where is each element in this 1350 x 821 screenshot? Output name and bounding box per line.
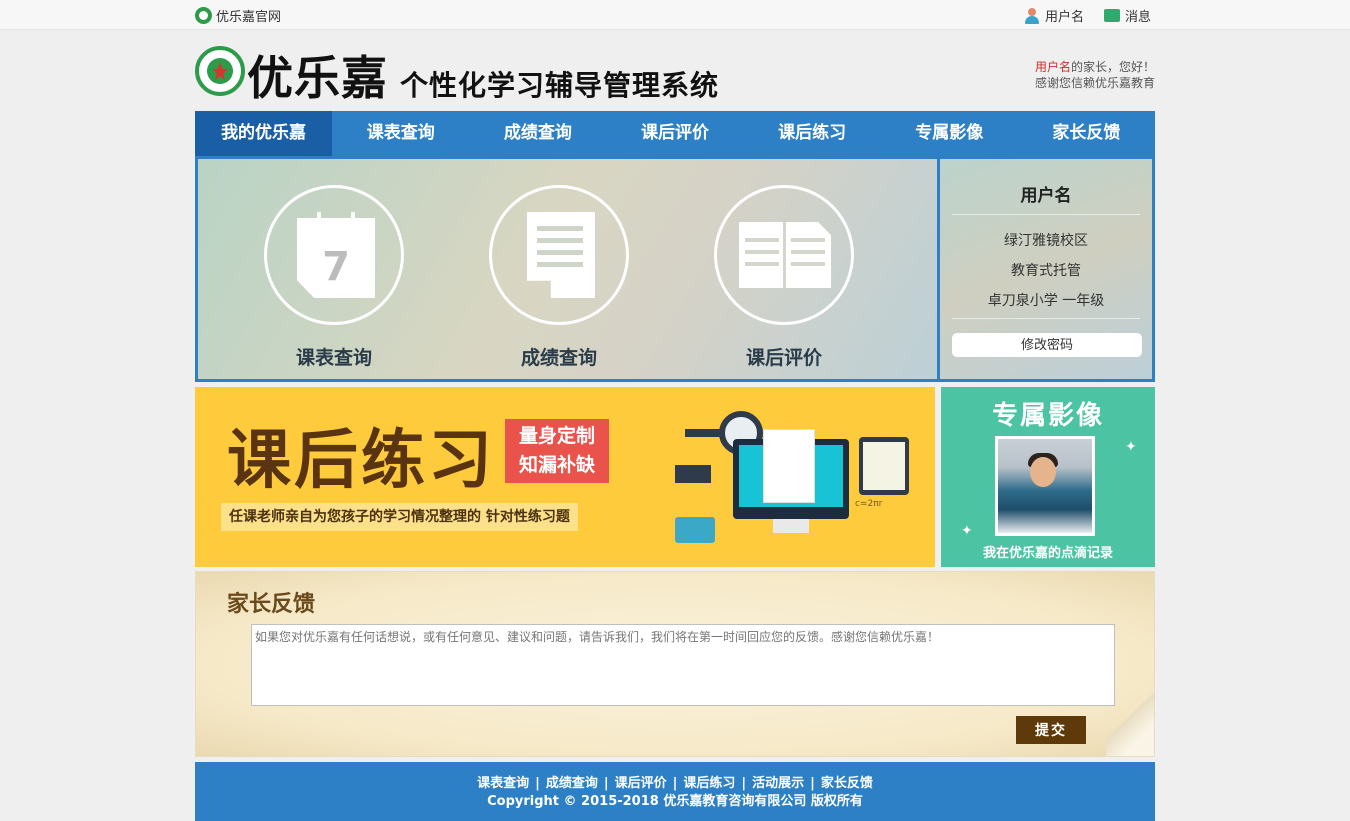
official-site-link[interactable]: 优乐嘉官网 bbox=[195, 6, 281, 25]
footer-link-activities[interactable]: 活动展示 bbox=[752, 776, 804, 791]
change-password-button[interactable]: 修改密码 bbox=[952, 333, 1142, 357]
nav-video[interactable]: 专属影像 bbox=[881, 111, 1018, 156]
chat-bubble-icon bbox=[675, 517, 715, 543]
quick-link-evaluation[interactable]: 课后评价 bbox=[714, 185, 854, 370]
greeting-thanks: 感谢您信赖优乐嘉教育 bbox=[1034, 76, 1155, 90]
submit-button[interactable]: 提交 bbox=[1016, 716, 1086, 744]
brand-logo bbox=[195, 46, 245, 96]
nav-my-youlejia[interactable]: 我的优乐嘉 bbox=[195, 111, 333, 156]
greeting-user: 用户名 bbox=[1034, 60, 1071, 74]
banner-subtitle: 任课老师亲自为您孩子的学习情况整理的 针对性练习题 bbox=[221, 503, 578, 531]
site-header: 优乐嘉 个性化学习辅导管理系统 用户名的家长，您好！ 感谢您信赖优乐嘉教育 bbox=[195, 42, 1155, 105]
book-icon bbox=[714, 185, 854, 325]
profile-campus: 绿汀雅镜校区 bbox=[1004, 233, 1088, 249]
nav-grades[interactable]: 成绩查询 bbox=[469, 111, 606, 156]
top-bar: 优乐嘉官网 用户名 消息 bbox=[0, 0, 1350, 30]
banner-tag-line1: 量身定制 bbox=[518, 425, 595, 447]
user-icon bbox=[1024, 7, 1040, 24]
user-menu[interactable]: 用户名 bbox=[1024, 6, 1084, 25]
user-name-label: 用户名 bbox=[1045, 10, 1085, 25]
divider bbox=[952, 214, 1140, 215]
document-icon bbox=[489, 185, 629, 325]
video-panel[interactable]: 专属影像 ✦ ✦ 我在优乐嘉的点滴记录 bbox=[941, 387, 1155, 567]
feedback-title: 家长反馈 bbox=[227, 592, 316, 617]
greeting-suffix: 的家长，您好！ bbox=[1070, 60, 1155, 74]
greeting: 用户名的家长，您好！ 感谢您信赖优乐嘉教育 bbox=[1035, 59, 1155, 91]
profile-name: 用户名 bbox=[1020, 186, 1072, 206]
page-curl bbox=[1106, 676, 1154, 756]
nav-schedule[interactable]: 课表查询 bbox=[332, 111, 469, 156]
banner-tag: 量身定制 知漏补缺 bbox=[505, 419, 609, 483]
formula-text: c=2πr bbox=[855, 499, 883, 509]
profile-school: 卓刀泉小学 一年级 bbox=[987, 293, 1105, 309]
messages-label: 消息 bbox=[1125, 10, 1152, 25]
sparkle-icon: ✦ bbox=[961, 523, 973, 539]
quick-link-grades[interactable]: 成绩查询 bbox=[489, 185, 629, 370]
banner-title: 课后练习 bbox=[227, 424, 495, 498]
video-title: 专属影像 bbox=[991, 401, 1104, 431]
footer-link-schedule[interactable]: 课表查询 bbox=[477, 776, 529, 791]
mail-icon bbox=[1104, 9, 1120, 22]
tablet-icon bbox=[859, 437, 909, 495]
footer: 课表查询 | 成绩查询 | 课后评价 | 课后练习 | 活动展示 | 家长反馈 Copyright … bbox=[195, 762, 1155, 821]
feedback-section: 家长反馈 提交 bbox=[195, 571, 1155, 757]
quick-link-evaluation-label: 课后评价 bbox=[745, 347, 822, 369]
footer-link-practice[interactable]: 课后练习 bbox=[683, 776, 735, 791]
footer-links: 课表查询 | 成绩查询 | 课后评价 | 课后练习 | 活动展示 | 家长反馈 bbox=[477, 776, 873, 791]
monitor-icon bbox=[733, 429, 849, 533]
bar-chart-icon bbox=[675, 465, 711, 483]
profile-program: 教育式托管 bbox=[1011, 263, 1081, 279]
quick-links-panel: 7 课表查询 成绩查询 课后评价 bbox=[195, 156, 937, 382]
feedback-textarea[interactable] bbox=[251, 624, 1115, 706]
nav-evaluation[interactable]: 课后评价 bbox=[606, 111, 743, 156]
calendar-number: 7 bbox=[322, 244, 350, 290]
nav-feedback[interactable]: 家长反馈 bbox=[1018, 111, 1155, 156]
banner-tag-line2: 知漏补缺 bbox=[518, 454, 595, 476]
practice-banner[interactable]: 课后练习 量身定制 知漏补缺 任课老师亲自为您孩子的学习情况整理的 针对性练习题… bbox=[195, 387, 935, 567]
nav-practice[interactable]: 课后练习 bbox=[744, 111, 881, 156]
footer-link-grades[interactable]: 成绩查询 bbox=[546, 776, 598, 791]
quick-link-schedule-label: 课表查询 bbox=[295, 347, 372, 369]
copyright: Copyright © 2015-2018 优乐嘉教育咨询有限公司 版权所有 bbox=[487, 794, 863, 809]
brand-subtitle: 个性化学习辅导管理系统 bbox=[400, 69, 720, 102]
footer-link-evaluation[interactable]: 课后评价 bbox=[615, 776, 667, 791]
footer-link-feedback[interactable]: 家长反馈 bbox=[821, 776, 873, 791]
quick-link-schedule[interactable]: 7 课表查询 bbox=[264, 185, 404, 370]
messages-link[interactable]: 消息 bbox=[1104, 6, 1151, 25]
profile-card: 用户名 绿汀雅镜校区 教育式托管 卓刀泉小学 一年级 修改密码 bbox=[937, 156, 1155, 382]
child-photo bbox=[995, 436, 1095, 536]
calendar-icon: 7 bbox=[264, 185, 404, 325]
brand-name: 优乐嘉 bbox=[247, 51, 388, 105]
video-caption: 我在优乐嘉的点滴记录 bbox=[982, 546, 1113, 561]
main-nav: 我的优乐嘉 课表查询 成绩查询 课后评价 课后练习 专属影像 家长反馈 bbox=[195, 111, 1155, 156]
logo-icon bbox=[195, 7, 212, 24]
magnifier-handle bbox=[685, 429, 721, 437]
divider bbox=[952, 318, 1140, 319]
quick-link-grades-label: 成绩查询 bbox=[520, 347, 597, 369]
sparkle-icon: ✦ bbox=[1125, 439, 1137, 455]
official-site-label: 优乐嘉官网 bbox=[216, 10, 282, 25]
